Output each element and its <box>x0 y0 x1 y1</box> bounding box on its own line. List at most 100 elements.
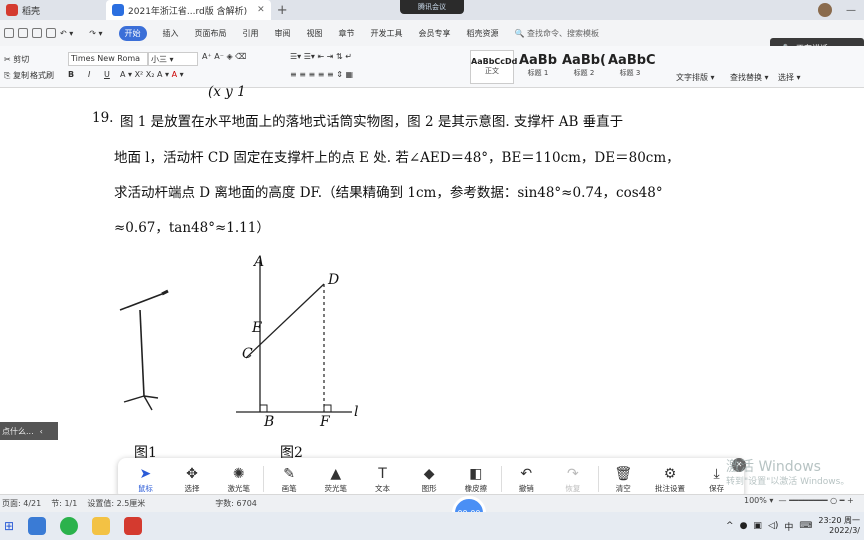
redo-icon[interactable]: ↷ ▾ <box>89 29 102 38</box>
menu-docer-resources[interactable]: 稻壳资源 <box>467 28 499 39</box>
font-name-select[interactable]: Times New Roma <box>68 52 148 66</box>
clock-time: 23:20 周一 <box>818 516 860 525</box>
menu-view[interactable]: 视图 <box>307 28 323 39</box>
photos-app-icon[interactable] <box>28 517 47 535</box>
align-icons[interactable]: ≡ ≡ ≡ ≡ ≡ ⇕ ▦ <box>290 70 353 79</box>
chevron-left-icon[interactable]: ‹ <box>40 427 43 436</box>
tab-docer[interactable]: 稻壳 <box>0 0 46 20</box>
tool-move-button[interactable]: ✥ 选择 <box>170 465 214 494</box>
command-search[interactable]: 🔍 查找命令、搜索模板 <box>515 28 600 39</box>
tool-highlighter-button[interactable]: ▲ 荧光笔 <box>314 465 358 494</box>
font-size-select[interactable]: 小三 ▾ <box>148 52 198 66</box>
redo-icon: ↷ <box>567 465 579 482</box>
select-button[interactable]: 选择 ▾ <box>778 72 801 83</box>
style-heading-3[interactable]: AaBbC 标题 3 <box>608 50 656 84</box>
close-tab-icon[interactable]: ✕ <box>257 5 265 15</box>
style-heading-1[interactable]: AaBb 标题 1 <box>516 50 560 84</box>
style-heading-2[interactable]: AaBb(标题 2 <box>562 50 606 84</box>
point-label-e: E <box>252 320 263 336</box>
menu-review[interactable]: 审阅 <box>275 28 291 39</box>
point-label-a: A <box>254 254 265 270</box>
text-layout-label: 文字排版 <box>676 73 708 82</box>
tool-text-button[interactable]: T 文本 <box>360 465 404 494</box>
style-sample: AaBb( <box>562 53 606 68</box>
underline-button[interactable]: U <box>104 70 110 79</box>
status-bar: 页面: 4/21 节: 1/1 设置值: 2.5厘米 字数: 6704 <box>0 494 864 512</box>
network-icon[interactable]: ▣ <box>753 521 762 531</box>
tool-label: 鼠标 <box>137 483 153 493</box>
point-label-c: C <box>242 346 253 362</box>
tool-label: 画笔 <box>281 483 297 493</box>
cut-button[interactable]: ✂ 剪切 <box>4 54 29 65</box>
style-name: 标题 2 <box>573 69 595 77</box>
status-words[interactable]: 字数: 6704 <box>215 498 257 509</box>
command-search-placeholder: 查找命令、搜索模板 <box>527 28 600 38</box>
text-icon: T <box>378 465 387 482</box>
menu-home[interactable]: 开始 <box>118 25 147 41</box>
question-number: 19. <box>92 110 114 126</box>
laser-pointer-icon: ✺ <box>232 465 245 482</box>
tab-document[interactable]: 2021年浙江省...rd版 含解析) ✕ <box>106 0 271 20</box>
status-page[interactable]: 页面: 4/21 <box>2 498 41 509</box>
font-size-adjust-icons[interactable]: A⁺ A⁻ ◈ ⌫ <box>202 52 246 61</box>
menu-insert[interactable]: 插入 <box>163 28 179 39</box>
wps-writer-logo-icon <box>112 4 125 16</box>
menu-member[interactable]: 会员专享 <box>419 28 451 39</box>
find-replace-button[interactable]: 查找替换 ▾ <box>730 72 769 83</box>
tool-pen-button[interactable]: ✎ 画笔 <box>267 465 311 494</box>
volume-icon[interactable]: ◁) <box>768 521 778 531</box>
tool-trash-button[interactable]: 🗑 清空 <box>601 465 645 494</box>
tool-shape-button[interactable]: ◆ 图形 <box>407 465 451 494</box>
print-icon[interactable] <box>32 28 42 38</box>
font-effects-icons[interactable]: A ▾ X² X₂ A ▾ A ▾ <box>120 70 184 79</box>
tray-chevron-icon[interactable]: ^ <box>726 521 734 531</box>
copy-button[interactable]: ⎘ 复制 <box>4 70 29 81</box>
tool-cursor-button[interactable]: ➤ 鼠标 <box>123 465 167 494</box>
zoom-control[interactable]: 100% ▾ — ━━━━━━━━ ○ ━ + <box>744 496 854 505</box>
tool-laser-pointer-button[interactable]: ✺ 激光笔 <box>217 465 261 494</box>
tray-app-icon[interactable]: ● <box>740 521 748 531</box>
question-line-4: ≈0.67，tan48°≈1.11） <box>114 220 270 236</box>
ime-indicator[interactable]: 中 <box>784 520 793 533</box>
tool-label: 图形 <box>421 483 437 493</box>
point-label-d: D <box>328 272 340 288</box>
minimize-icon[interactable]: — <box>846 5 856 16</box>
left-tip-panel[interactable]: 点什么... ‹ <box>0 422 58 440</box>
tool-label: 保存 <box>709 483 725 493</box>
menu-chapter[interactable]: 章节 <box>339 28 355 39</box>
tab-label: 稻壳 <box>22 6 41 17</box>
status-section: 节: 1/1 <box>51 499 78 508</box>
tool-eraser-button[interactable]: ◧ 橡皮擦 <box>454 465 498 494</box>
tool-redo-button[interactable]: ↷ 恢复 <box>551 465 595 494</box>
wechat-icon[interactable] <box>60 517 79 535</box>
figure-1-microphone-stand <box>119 289 169 411</box>
preview-icon[interactable] <box>46 28 56 38</box>
tool-annotation-settings-button[interactable]: ⚙ 批注设置 <box>648 465 692 494</box>
italic-button[interactable]: I <box>88 70 90 79</box>
style-sample: AaBbCcDd <box>471 57 518 66</box>
menu-bar: ↶ ▾ ↷ ▾ 开始 插入 页面布局 引用 审阅 视图 章节 开发工具 会员专享… <box>0 20 864 46</box>
save-icon[interactable] <box>18 28 28 38</box>
file-explorer-icon[interactable] <box>92 517 111 535</box>
tool-undo-button[interactable]: ↶ 撤销 <box>504 465 548 494</box>
windows-start-icon[interactable]: ⊞ <box>4 519 14 533</box>
text-layout-button[interactable]: 文字排版 ▾ <box>676 72 715 83</box>
clock[interactable]: 23:20 周一 2022/3/ <box>818 516 860 536</box>
wps-office-icon[interactable] <box>124 517 143 535</box>
question-line-3: 求活动杆端点 D 离地面的高度 DF.（结果精确到 1cm，参考数据：sin48… <box>114 185 663 201</box>
menu-developer[interactable]: 开发工具 <box>371 28 403 39</box>
new-tab-button[interactable]: + <box>271 0 294 20</box>
file-menu-icon[interactable] <box>4 28 14 38</box>
copy-label: 复制 <box>12 71 29 80</box>
menu-page-layout[interactable]: 页面布局 <box>195 28 227 39</box>
bold-button[interactable]: B <box>68 70 74 79</box>
tool-label: 激光笔 <box>227 483 250 493</box>
user-avatar[interactable] <box>818 3 832 17</box>
menu-references[interactable]: 引用 <box>243 28 259 39</box>
undo-icon[interactable]: ↶ ▾ <box>60 29 73 38</box>
list-icons[interactable]: ☰▾ ☰▾ ⇤ ⇥ ⇅ ↵ <box>290 52 352 61</box>
keyboard-icon[interactable]: ⌨ <box>799 521 812 531</box>
meeting-indicator[interactable]: 腾讯会议 <box>400 0 464 14</box>
format-painter-button[interactable]: 格式刷 <box>30 70 54 81</box>
style-normal[interactable]: AaBbCcDd 正文 <box>470 50 518 84</box>
